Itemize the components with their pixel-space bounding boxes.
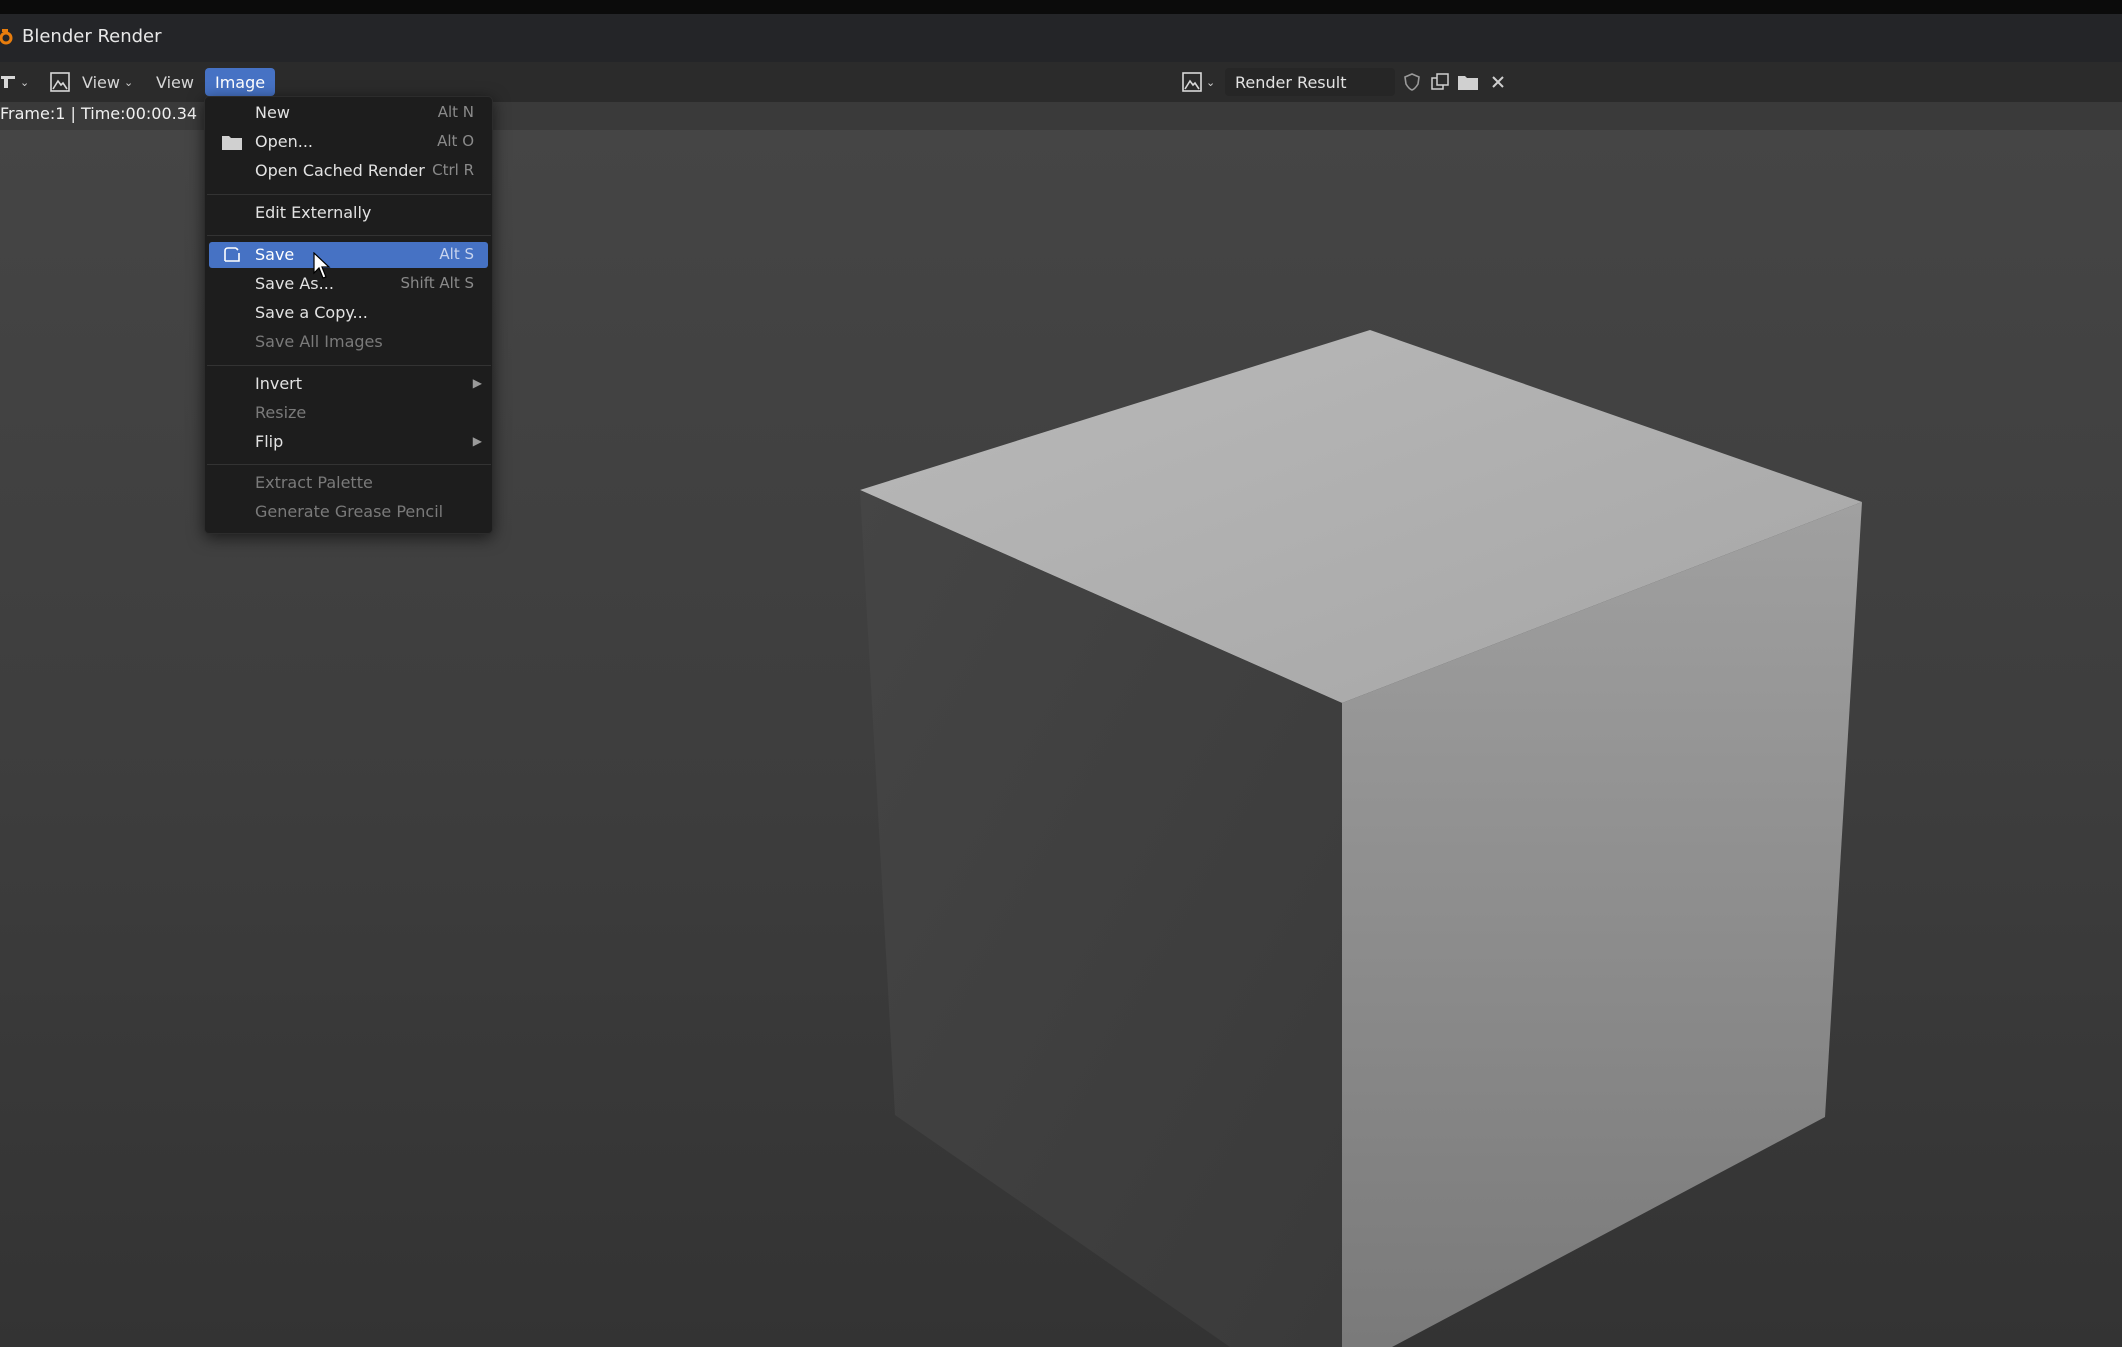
menu-item-extract-palette[interactable]: Extract Palette [209,470,488,496]
menu-item-save-all-images[interactable]: Save All Images [209,329,488,355]
menu-item-save-as[interactable]: Save As... Shift Alt S [209,271,488,297]
menu-separator [207,464,491,465]
menu-item-save[interactable]: Save Alt S [209,242,488,268]
menu-separator [207,365,491,366]
frame-info-text: Frame:1 | Time:00:00.34 | M [0,104,227,123]
menu-item-label: Save a Copy... [255,303,368,322]
image-menu-dropdown: New Alt N Open... Alt O Open Cached Rend… [204,96,493,534]
menu-item-label: Flip [255,432,284,451]
menu-item-label: Extract Palette [255,473,373,492]
menu-separator [207,194,491,195]
menu-item-open[interactable]: Open... Alt O [209,129,488,155]
menu-item-resize[interactable]: Resize [209,400,488,426]
menu-item-open-cached-render[interactable]: Open Cached Render Ctrl R [209,158,488,184]
menu-item-shortcut: Ctrl R [432,161,474,179]
menu-item-label: Edit Externally [255,203,372,222]
menu-item-label: Open Cached Render [255,161,425,180]
menu-item-flip[interactable]: Flip ▶ [209,429,488,455]
menu-item-shortcut: Alt N [437,103,474,121]
menu-item-label: Resize [255,403,307,422]
menu-item-shortcut: Shift Alt S [400,274,474,292]
menu-item-label: New [255,103,290,122]
menu-item-label: Invert [255,374,303,393]
mouse-cursor-icon [313,252,331,279]
save-icon [224,247,240,262]
menu-item-label: Save [255,245,295,264]
menu-item-shortcut: Alt S [439,245,474,263]
menu-item-shortcut: Alt O [437,132,474,150]
submenu-arrow-icon: ▶ [472,434,482,448]
menu-item-edit-externally[interactable]: Edit Externally [209,200,488,226]
menu-item-save-a-copy[interactable]: Save a Copy... [209,300,488,326]
menu-item-generate-grease-pencil[interactable]: Generate Grease Pencil [209,499,488,525]
menu-separator [207,235,491,236]
menu-item-new[interactable]: New Alt N [209,100,488,126]
menu-item-label: Save All Images [255,332,383,351]
menu-item-invert[interactable]: Invert ▶ [209,371,488,397]
menu-item-label: Generate Grease Pencil [255,502,444,521]
submenu-arrow-icon: ▶ [472,376,482,390]
menu-item-label: Open... [255,132,313,151]
folder-icon [222,136,242,150]
